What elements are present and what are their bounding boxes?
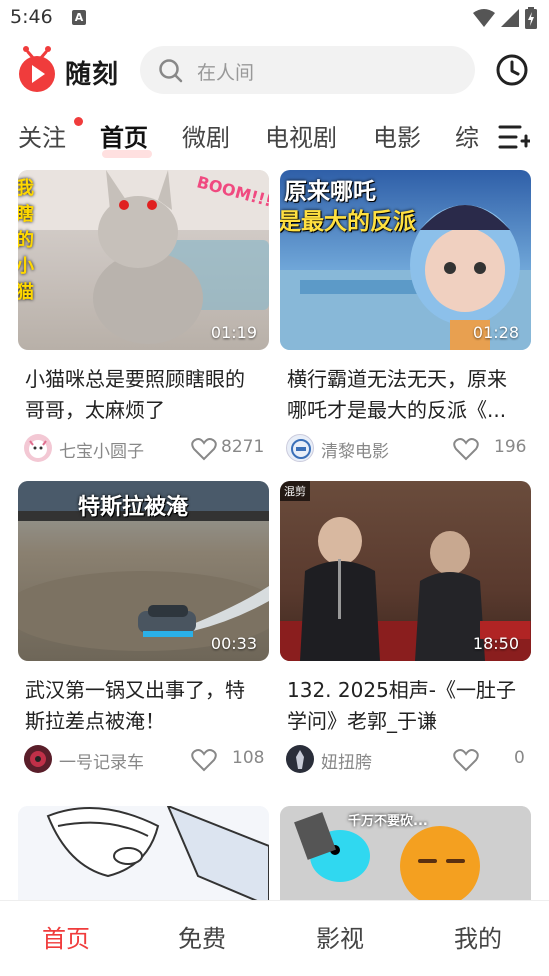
heart-icon[interactable] [453,748,479,772]
video-card[interactable]: 千万不要砍... [280,806,531,900]
author-avatar[interactable] [24,434,52,462]
author-name[interactable]: 七宝小圆子 [59,437,144,462]
video-title[interactable]: 132. 2025相声-《一肚子学问》老郭_于谦 [287,675,525,737]
video-feed: BOOM!!! 我 瞎 的 小 猫 01:19 小猫咪总是要照顾瞎眼的哥哥，太麻… [0,170,549,900]
video-tag: 混剪 [280,481,310,501]
video-title[interactable]: 小猫咪总是要照顾瞎眼的哥哥，太麻烦了 [25,364,263,426]
history-clock-icon[interactable] [494,52,530,88]
author-name[interactable]: 清黎电影 [321,437,389,462]
video-card[interactable]: BOOM!!! 我 瞎 的 小 猫 01:19 小猫咪总是要照顾瞎眼的哥哥，太麻… [18,170,269,466]
overlay-caption: 特斯拉被淹 [78,495,189,520]
video-thumbnail[interactable]: 混剪 18:50 [280,481,531,661]
anime-illustration [18,806,269,900]
tab-follow[interactable]: 关注 [18,118,66,153]
bottom-navigation: 首页 免费 影视 我的 [0,900,549,976]
tab-micro-drama[interactable]: 微剧 [182,118,230,153]
like-count: 108 [232,748,265,768]
tab-tv-series[interactable]: 电视剧 [265,118,337,153]
channel-menu-icon[interactable] [498,124,530,150]
like-count: 196 [494,437,527,457]
video-thumbnail[interactable]: 特斯拉被淹 00:33 [18,481,269,661]
video-card[interactable]: 混剪 18:50 132. 2025相声-《一肚子学问》老郭_于谦 妞扭胯 0 [280,481,531,777]
video-duration: 18:50 [472,634,519,653]
video-meta: 七宝小圆子 8271 [18,430,269,466]
follow-notification-dot [74,117,83,126]
search-icon [159,59,183,83]
video-thumbnail[interactable]: 千万不要砍... [280,806,531,900]
logo-text: 随刻 [65,60,120,90]
search-placeholder: 在人间 [197,62,255,84]
wifi-icon [473,9,495,27]
category-tabs: 关注 首页 微剧 电视剧 电影 综 [0,112,549,162]
like-count: 0 [514,748,525,768]
heart-icon[interactable] [191,437,217,461]
side-caption: 我 瞎 的 小 猫 [18,178,34,303]
video-thumbnail[interactable] [18,806,269,900]
video-meta: 一号记录车 108 [18,741,269,777]
overlay-caption: 千万不要砍... [348,814,428,829]
battery-icon [525,7,537,29]
like-count: 8271 [221,437,265,457]
nav-home[interactable]: 首页 [42,919,90,954]
overlay-caption-2: 是最大的反派 [280,209,416,235]
video-duration: 01:19 [210,323,257,342]
video-duration: 00:33 [210,634,257,653]
author-name[interactable]: 一号记录车 [59,748,144,773]
app-logo[interactable]: 随刻 [16,44,126,98]
video-meta: 妞扭胯 0 [280,741,531,777]
status-bar: 5:46 A [0,0,549,36]
video-title[interactable]: 横行霸道无法无天，原来哪吒才是最大的反派《... [287,364,525,426]
video-duration: 01:28 [472,323,519,342]
nav-me[interactable]: 我的 [454,919,502,954]
video-card[interactable]: 特斯拉被淹 00:33 武汉第一锅又出事了，特斯拉差点被淹！ 一号记录车 108 [18,481,269,777]
video-card[interactable] [18,806,269,900]
tab-variety[interactable]: 综 [455,118,479,153]
status-time: 5:46 [10,6,53,28]
nav-film-tv[interactable]: 影视 [316,919,364,954]
search-input[interactable]: 在人间 [140,46,475,94]
video-card[interactable]: 原来哪吒 是最大的反派 01:28 横行霸道无法无天，原来哪吒才是最大的反派《.… [280,170,531,466]
heart-icon[interactable] [453,437,479,461]
tab-home[interactable]: 首页 [100,118,148,153]
author-avatar[interactable] [286,745,314,773]
nav-free[interactable]: 免费 [178,919,226,954]
tab-movie[interactable]: 电影 [373,118,421,153]
notification-a-icon: A [72,10,86,25]
signal-icon [501,9,519,27]
overlay-caption-1: 原来哪吒 [284,179,376,205]
author-name[interactable]: 妞扭胯 [321,748,372,773]
video-title[interactable]: 武汉第一锅又出事了，特斯拉差点被淹！ [25,675,263,737]
video-thumbnail[interactable]: BOOM!!! 我 瞎 的 小 猫 01:19 [18,170,269,350]
author-avatar[interactable] [24,745,52,773]
suike-logo-icon [19,46,55,92]
heart-icon[interactable] [191,748,217,772]
author-avatar[interactable] [286,434,314,462]
video-meta: 清黎电影 196 [280,430,531,466]
status-icons [473,7,537,29]
app-header: 随刻 在人间 [0,44,549,98]
video-thumbnail[interactable]: 原来哪吒 是最大的反派 01:28 [280,170,531,350]
